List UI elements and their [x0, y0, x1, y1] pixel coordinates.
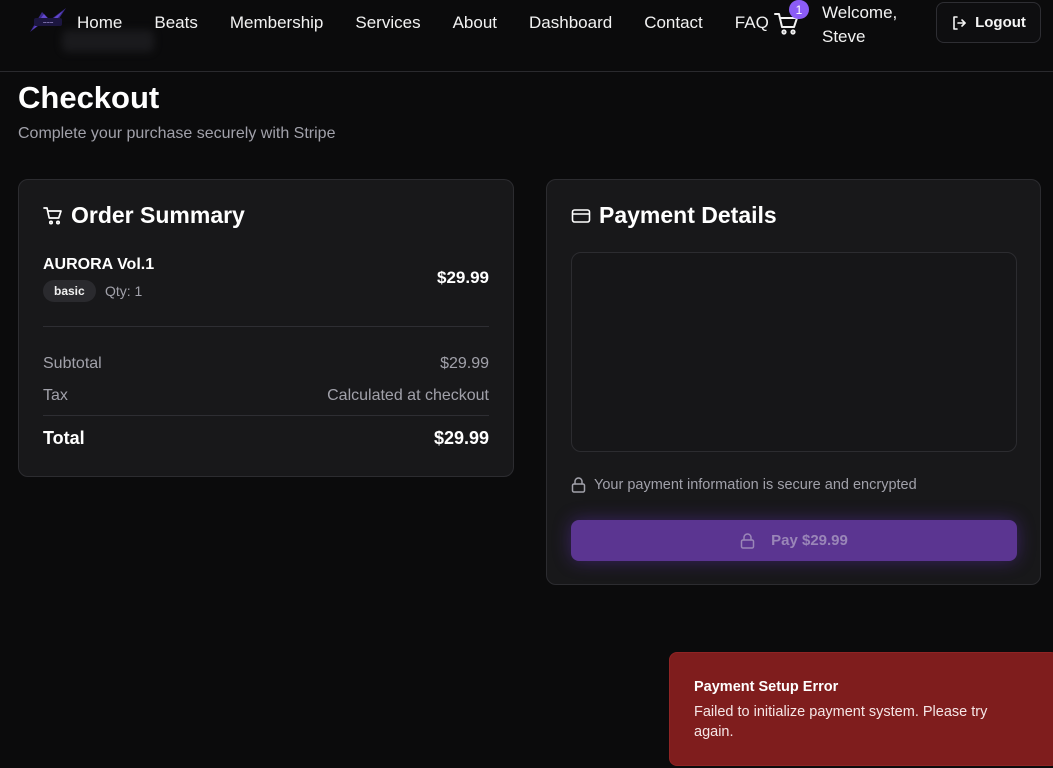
subtotal-label: Subtotal	[43, 355, 102, 372]
nav-links: Home Beats Membership Services About Das…	[77, 13, 769, 33]
secure-note-text: Your payment information is secure and e…	[594, 477, 917, 493]
item-name: AURORA Vol.1	[43, 256, 155, 273]
nav-link-home[interactable]: Home	[77, 13, 122, 33]
nav-link-dashboard[interactable]: Dashboard	[529, 13, 612, 33]
tax-label: Tax	[43, 387, 68, 404]
total-value: $29.99	[433, 428, 489, 448]
svg-text:~~~: ~~~	[43, 21, 54, 27]
license-badge: basic	[43, 280, 96, 302]
order-summary-title: Order Summary	[71, 202, 245, 228]
payment-details-card: Payment Details Your payment information…	[546, 179, 1041, 585]
payment-details-heading: Payment Details	[571, 202, 777, 229]
lock-icon	[571, 477, 586, 493]
nav-link-services[interactable]: Services	[355, 13, 420, 33]
nav-link-contact[interactable]: Contact	[644, 13, 703, 33]
nav-link-beats[interactable]: Beats	[154, 13, 197, 33]
pay-button[interactable]: Pay $29.99	[571, 520, 1017, 561]
logout-icon	[953, 15, 966, 30]
page-title: Checkout	[18, 80, 160, 115]
credit-card-icon	[571, 208, 591, 223]
shopping-cart-icon	[43, 206, 62, 225]
nav-link-about[interactable]: About	[453, 13, 497, 33]
lock-icon	[740, 532, 755, 549]
toast-title: Payment Setup Error	[694, 679, 839, 695]
logout-label: Logout	[975, 14, 1026, 31]
toast-message: Failed to initialize payment system. Ple…	[694, 704, 988, 740]
secure-note: Your payment information is secure and e…	[571, 477, 917, 493]
cart-count-badge: 1	[789, 0, 809, 19]
item-price: $29.99	[437, 268, 489, 287]
page-subtitle: Complete your purchase securely with Str…	[18, 125, 336, 142]
stripe-payment-element[interactable]	[571, 252, 1017, 452]
pay-button-label: Pay $29.99	[771, 532, 848, 549]
total-label: Total	[43, 428, 85, 448]
logo-subtitle-blurred	[62, 30, 154, 52]
logout-button[interactable]: Logout	[936, 2, 1041, 43]
nav-link-membership[interactable]: Membership	[230, 13, 324, 33]
order-summary-card: Order Summary AURORA Vol.1 basic Qty: 1 …	[18, 179, 514, 477]
divider	[43, 415, 489, 416]
welcome-text: Welcome, Steve	[822, 3, 898, 46]
divider	[43, 326, 489, 327]
error-toast[interactable]: Payment Setup Error Failed to initialize…	[669, 652, 1053, 766]
item-quantity: Qty: 1	[105, 283, 143, 299]
order-summary-heading: Order Summary	[43, 202, 245, 229]
nav-link-faq[interactable]: FAQ	[735, 13, 769, 33]
top-navbar: ~~~ Home Beats Membership Services About…	[0, 0, 1053, 72]
tax-value: Calculated at checkout	[327, 387, 489, 404]
subtotal-value: $29.99	[440, 355, 489, 372]
payment-details-title: Payment Details	[599, 202, 777, 228]
